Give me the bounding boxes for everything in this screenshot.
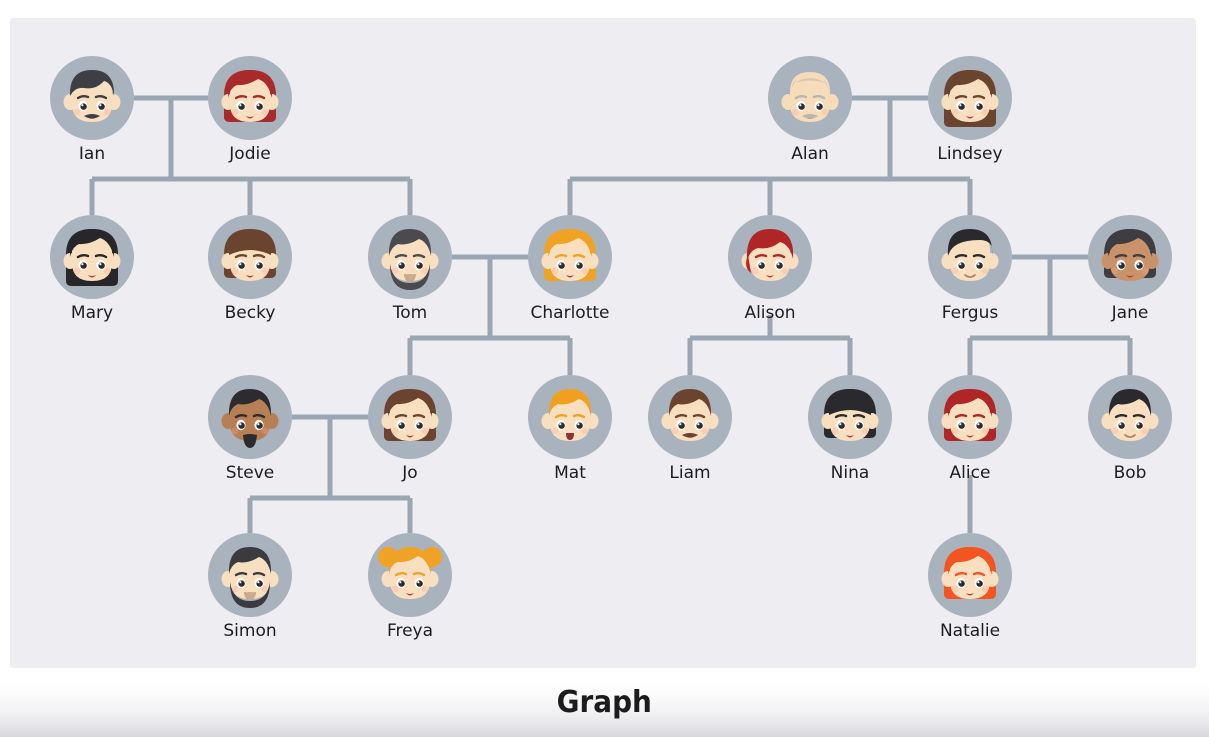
avatar-mary[interactable] [50, 215, 134, 299]
avatar-alan[interactable] [768, 56, 852, 140]
person-label-mat: Mat [554, 463, 586, 483]
person-label-bob: Bob [1113, 463, 1147, 483]
person-node-jodie[interactable]: Jodie [198, 56, 302, 164]
avatar-jodie[interactable] [208, 56, 292, 140]
avatar-natalie[interactable] [928, 533, 1012, 617]
avatar-mat[interactable] [528, 375, 612, 459]
person-node-natalie[interactable]: Natalie [918, 533, 1022, 641]
avatar-charlotte[interactable] [528, 215, 612, 299]
avatar-bob[interactable] [1088, 375, 1172, 459]
person-label-fergus: Fergus [941, 303, 999, 323]
person-node-liam[interactable]: Liam [638, 375, 742, 483]
person-node-alan[interactable]: Alan [758, 56, 862, 164]
window-title-bar: Graph [0, 668, 1209, 737]
avatar-alice[interactable] [928, 375, 1012, 459]
graph-canvas[interactable]: Ian Jodie Alan Lindsey Mary Becky Tom Ch… [10, 18, 1196, 668]
person-label-tom: Tom [392, 303, 428, 323]
person-node-tom[interactable]: Tom [358, 215, 462, 323]
person-node-freya[interactable]: Freya [358, 533, 462, 641]
person-node-jane[interactable]: Jane [1078, 215, 1182, 323]
person-label-ian: Ian [78, 144, 106, 164]
person-node-alison[interactable]: Alison [718, 215, 822, 323]
avatar-lindsey[interactable] [928, 56, 1012, 140]
person-label-mary: Mary [70, 303, 114, 323]
avatar-jane[interactable] [1088, 215, 1172, 299]
avatar-tom[interactable] [368, 215, 452, 299]
person-node-simon[interactable]: Simon [198, 533, 302, 641]
person-node-fergus[interactable]: Fergus [918, 215, 1022, 323]
person-node-nina[interactable]: Nina [798, 375, 902, 483]
avatar-fergus[interactable] [928, 215, 1012, 299]
avatar-nina[interactable] [808, 375, 892, 459]
person-label-alan: Alan [791, 144, 829, 164]
avatar-liam[interactable] [648, 375, 732, 459]
avatar-alison[interactable] [728, 215, 812, 299]
person-node-jo[interactable]: Jo [358, 375, 462, 483]
person-node-mat[interactable]: Mat [518, 375, 622, 483]
avatar-jo[interactable] [368, 375, 452, 459]
avatar-steve[interactable] [208, 375, 292, 459]
person-node-alice[interactable]: Alice [918, 375, 1022, 483]
person-label-jodie: Jodie [229, 144, 271, 164]
person-label-liam: Liam [669, 463, 711, 483]
person-node-steve[interactable]: Steve [198, 375, 302, 483]
person-node-charlotte[interactable]: Charlotte [518, 215, 622, 323]
person-node-ian[interactable]: Ian [40, 56, 144, 164]
person-node-bob[interactable]: Bob [1078, 375, 1182, 483]
person-node-mary[interactable]: Mary [40, 215, 144, 323]
person-label-alison: Alison [744, 303, 796, 323]
person-label-charlotte: Charlotte [530, 303, 610, 323]
avatar-ian[interactable] [50, 56, 134, 140]
person-label-simon: Simon [223, 621, 277, 641]
person-node-becky[interactable]: Becky [198, 215, 302, 323]
person-label-natalie: Natalie [939, 621, 1001, 641]
avatar-freya[interactable] [368, 533, 452, 617]
person-node-lindsey[interactable]: Lindsey [918, 56, 1022, 164]
avatar-becky[interactable] [208, 215, 292, 299]
person-label-alice: Alice [949, 463, 991, 483]
screenshot-root: Ian Jodie Alan Lindsey Mary Becky Tom Ch… [0, 0, 1209, 737]
person-label-jane: Jane [1111, 303, 1149, 323]
page-title: Graph [556, 685, 653, 720]
person-label-nina: Nina [830, 463, 870, 483]
person-label-jo: Jo [402, 463, 418, 483]
person-label-becky: Becky [224, 303, 276, 323]
avatar-simon[interactable] [208, 533, 292, 617]
person-label-lindsey: Lindsey [937, 144, 1003, 164]
person-label-steve: Steve [225, 463, 275, 483]
person-label-freya: Freya [386, 621, 434, 641]
